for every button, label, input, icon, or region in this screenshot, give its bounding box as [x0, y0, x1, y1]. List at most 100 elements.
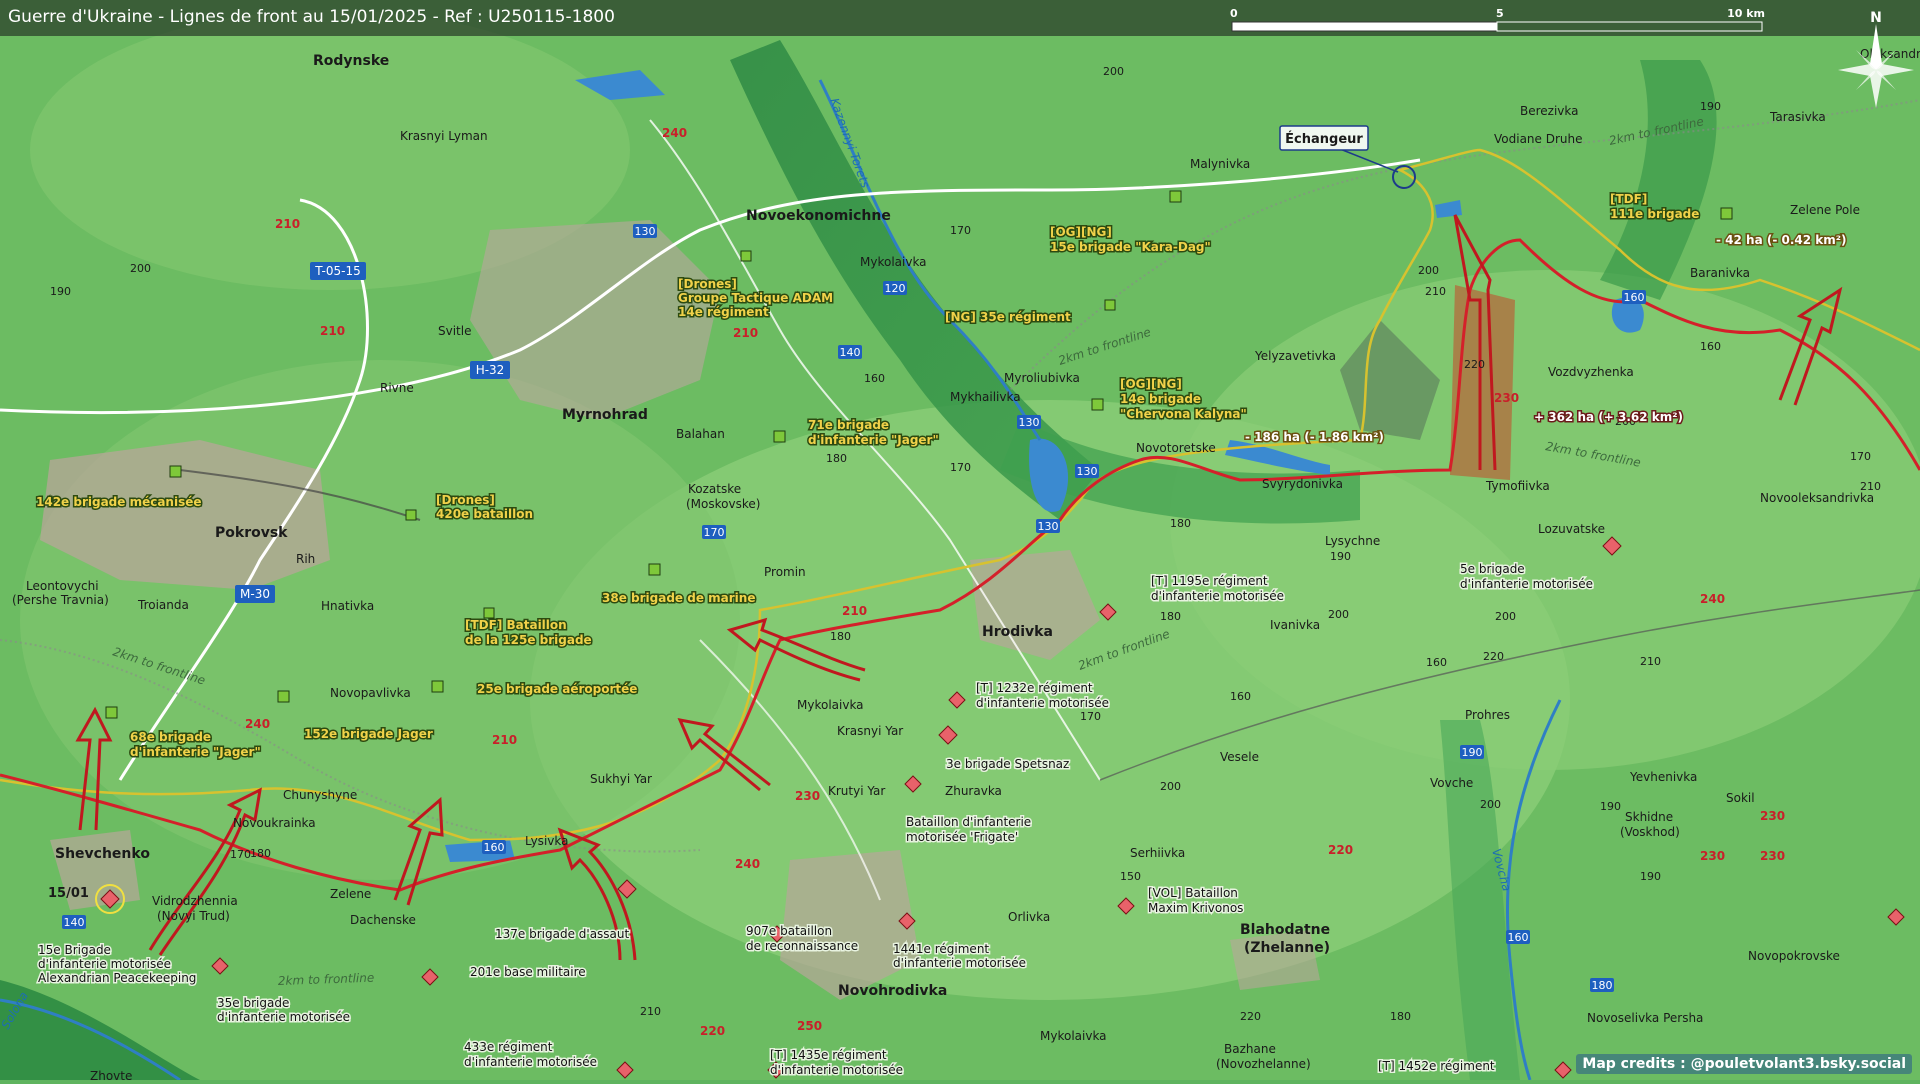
svg-text:420e bataillon: 420e bataillon: [436, 507, 533, 521]
town-pokrovsk: Pokrovsk: [215, 525, 288, 541]
svg-text:170: 170: [950, 224, 971, 237]
svg-text:25e brigade aéroportée: 25e brigade aéroportée: [477, 682, 637, 696]
svg-text:190: 190: [1462, 746, 1483, 759]
ua-unit-marker[interactable]: [1092, 399, 1103, 410]
svg-text:130: 130: [635, 225, 656, 238]
svg-text:140: 140: [64, 916, 85, 929]
svg-text:Dachenske: Dachenske: [350, 913, 416, 927]
map-svg[interactable]: Échangeur 130 120 140 130 130 130 170 16…: [0, 0, 1920, 1080]
map-credits: Map credits : @pouletvolant3.bsky.social: [1576, 1054, 1912, 1074]
svg-text:160: 160: [1508, 931, 1529, 944]
ua-unit-marker[interactable]: [1721, 208, 1732, 219]
svg-text:Alexandrian Peacekeeping: Alexandrian Peacekeeping: [38, 971, 196, 985]
scale-tick-label: 5: [1496, 7, 1504, 20]
ua-unit-marker[interactable]: [278, 691, 289, 702]
svg-text:Vozdvyzhenka: Vozdvyzhenka: [1548, 365, 1634, 379]
town-blahodatne: Blahodatne: [1240, 922, 1330, 938]
svg-text:Skhidne: Skhidne: [1625, 810, 1673, 824]
ua-unit-marker[interactable]: [170, 466, 181, 477]
svg-text:[T] 1195e régiment: [T] 1195e régiment: [1151, 574, 1268, 588]
route-badge: 130: [1036, 519, 1060, 533]
svg-text:Svitle: Svitle: [438, 324, 471, 338]
ua-unit-marker[interactable]: [741, 251, 751, 261]
svg-text:d'infanterie motorisée: d'infanterie motorisée: [217, 1010, 350, 1024]
route-badge: 160: [482, 840, 506, 854]
compass-rose: N: [1836, 8, 1916, 108]
svg-text:(Pershe Travnia): (Pershe Travnia): [12, 593, 109, 607]
svg-text:[NG] 35e régiment: [NG] 35e régiment: [945, 310, 1071, 324]
svg-text:160: 160: [484, 841, 505, 854]
exchange-label: Échangeur: [1285, 131, 1363, 147]
svg-text:180: 180: [1390, 1010, 1411, 1023]
ua-unit-marker[interactable]: [484, 608, 494, 618]
svg-text:d'infanterie motorisée: d'infanterie motorisée: [976, 696, 1109, 710]
svg-text:Novoukrainka: Novoukrainka: [233, 816, 316, 830]
svg-text:240: 240: [662, 126, 687, 140]
ua-unit-marker[interactable]: [1170, 191, 1181, 202]
svg-text:200: 200: [1103, 65, 1124, 78]
compass-north-point: [1870, 24, 1882, 70]
svg-text:Berezivka: Berezivka: [1520, 104, 1579, 118]
svg-text:200: 200: [1160, 780, 1181, 793]
svg-text:250: 250: [797, 1019, 822, 1033]
svg-text:Svyrydonivka: Svyrydonivka: [1262, 477, 1343, 491]
svg-text:111e brigade: 111e brigade: [1610, 207, 1699, 221]
svg-text:210: 210: [275, 217, 300, 231]
svg-text:190: 190: [1330, 550, 1351, 563]
map-canvas[interactable]: Échangeur 130 120 140 130 130 130 170 16…: [0, 0, 1920, 1080]
svg-text:Bataillon d'infanterie: Bataillon d'infanterie: [906, 815, 1031, 829]
svg-text:Krasnyi Yar: Krasnyi Yar: [837, 724, 903, 738]
svg-text:Yelyzavetivka: Yelyzavetivka: [1254, 349, 1336, 363]
svg-text:200: 200: [1480, 798, 1501, 811]
svg-text:180: 180: [250, 847, 271, 860]
svg-text:230: 230: [1700, 849, 1725, 863]
town-hrodivka: Hrodivka: [982, 624, 1053, 640]
svg-text:1441e régiment: 1441e régiment: [893, 942, 989, 956]
svg-text:[Drones]: [Drones]: [436, 493, 495, 507]
svg-text:Groupe Tactique ADAM: Groupe Tactique ADAM: [678, 291, 833, 305]
svg-text:15e Brigade: 15e Brigade: [38, 943, 111, 957]
svg-text:Balahan: Balahan: [676, 427, 725, 441]
area-change-loss-186: - 186 ha (- 1.86 km²): [1245, 430, 1384, 444]
svg-text:[VOL] Bataillon: [VOL] Bataillon: [1148, 886, 1238, 900]
scale-bar: 0 5 10 km: [1220, 4, 1780, 38]
svg-text:15e brigade "Kara-Dag": 15e brigade "Kara-Dag": [1050, 240, 1211, 254]
svg-text:Zhuravka: Zhuravka: [945, 784, 1002, 798]
svg-text:230: 230: [1760, 809, 1785, 823]
svg-text:de reconnaissance: de reconnaissance: [746, 939, 858, 953]
ua-unit-marker[interactable]: [106, 707, 117, 718]
svg-text:200: 200: [1328, 608, 1349, 621]
svg-text:210: 210: [320, 324, 345, 338]
svg-text:5e brigade: 5e brigade: [1460, 562, 1525, 576]
ua-unit-marker[interactable]: [774, 431, 785, 442]
svg-text:130: 130: [1019, 416, 1040, 429]
ua-unit-marker[interactable]: [1105, 300, 1115, 310]
svg-text:14e régiment: 14e régiment: [678, 305, 769, 319]
svg-text:130: 130: [1038, 520, 1059, 533]
terrain-plateau-west: [20, 360, 740, 880]
svg-text:150: 150: [1120, 870, 1141, 883]
svg-text:Yevhenivka: Yevhenivka: [1629, 770, 1697, 784]
svg-text:201e base militaire: 201e base militaire: [470, 965, 586, 979]
blahodatne-urban: [1230, 930, 1320, 990]
svg-text:Zelene: Zelene: [330, 887, 371, 901]
svg-text:d'infanterie motorisée: d'infanterie motorisée: [1151, 589, 1284, 603]
svg-text:230: 230: [795, 789, 820, 803]
svg-text:220: 220: [1483, 650, 1504, 663]
svg-text:200: 200: [130, 262, 151, 275]
svg-text:T-05-15: T-05-15: [314, 264, 360, 278]
ua-unit-marker[interactable]: [406, 510, 416, 520]
svg-text:71e brigade: 71e brigade: [808, 418, 889, 432]
route-badge: 140: [62, 915, 86, 929]
svg-text:d'infanterie motorisée: d'infanterie motorisée: [893, 956, 1026, 970]
ua-unit-marker[interactable]: [649, 564, 660, 575]
ua-unit-marker[interactable]: [432, 681, 443, 692]
svg-text:160: 160: [1624, 291, 1645, 304]
svg-text:160: 160: [864, 372, 885, 385]
svg-text:"Chervona Kalyna": "Chervona Kalyna": [1120, 407, 1247, 421]
svg-text:230: 230: [1760, 849, 1785, 863]
svg-text:Lozuvatske: Lozuvatske: [1538, 522, 1605, 536]
svg-text:[TDF] Bataillon: [TDF] Bataillon: [465, 618, 567, 632]
svg-text:Mykolaivka: Mykolaivka: [860, 255, 927, 269]
svg-text:Orlivka: Orlivka: [1008, 910, 1050, 924]
